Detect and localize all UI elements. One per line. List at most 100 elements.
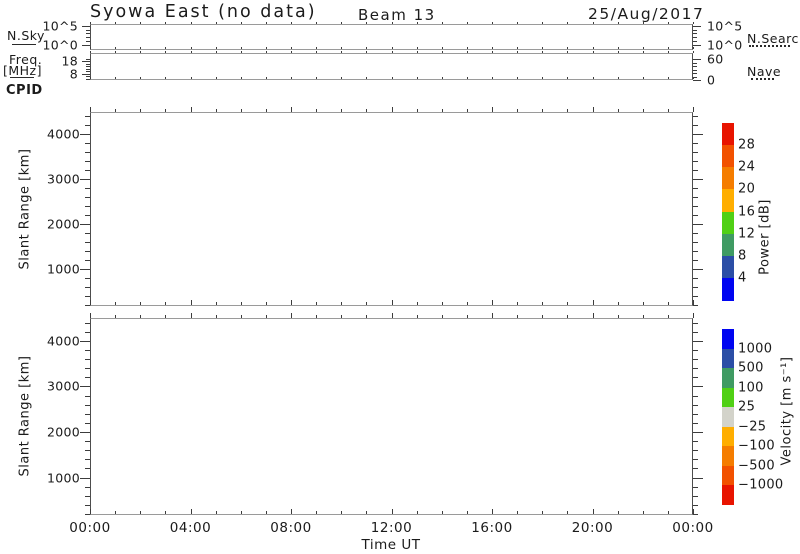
x-tick bbox=[240, 51, 242, 53]
x-tick-label: 08:00 bbox=[270, 520, 312, 536]
nave-legend-label: Nave bbox=[747, 64, 782, 79]
y-tick bbox=[85, 404, 90, 406]
x-tick bbox=[165, 511, 167, 514]
x-tick bbox=[567, 22, 569, 24]
y-tick bbox=[693, 62, 697, 64]
x-tick bbox=[115, 22, 117, 24]
x-tick bbox=[567, 77, 569, 79]
x-tick bbox=[642, 315, 644, 318]
y-tick-label: 1000 bbox=[46, 470, 80, 486]
y-tick bbox=[86, 63, 90, 65]
x-tick bbox=[341, 109, 343, 112]
y-tick-label: 10^0 bbox=[42, 37, 78, 53]
y-tick bbox=[693, 441, 698, 443]
y-tick bbox=[693, 322, 698, 324]
x-tick bbox=[567, 47, 569, 49]
y-tick bbox=[86, 71, 90, 73]
x-tick bbox=[140, 47, 142, 49]
x-tick bbox=[617, 302, 619, 305]
y-tick bbox=[693, 422, 698, 424]
colorbar-segment bbox=[722, 446, 734, 467]
colorbar-label: 16 bbox=[738, 204, 756, 219]
x-tick bbox=[341, 302, 343, 305]
x-tick bbox=[517, 511, 519, 514]
x-tick bbox=[617, 51, 619, 53]
colorbar-segment bbox=[722, 211, 734, 235]
y-tick bbox=[85, 278, 90, 280]
x-tick bbox=[366, 22, 368, 24]
x-tick bbox=[165, 302, 167, 305]
x-tick bbox=[542, 511, 544, 514]
y-tick bbox=[86, 33, 90, 35]
y-tick bbox=[85, 125, 90, 127]
x-tick bbox=[90, 77, 91, 79]
x-tick bbox=[617, 511, 619, 514]
y-tick-label: 4000 bbox=[46, 333, 80, 349]
y-tick bbox=[693, 450, 698, 452]
x-tick bbox=[215, 302, 217, 305]
x-tick bbox=[140, 51, 142, 53]
power-colorbar-title: Power [dB] bbox=[757, 199, 773, 275]
x-tick bbox=[115, 315, 117, 318]
colorbar-label: 25 bbox=[738, 399, 756, 415]
x-tick bbox=[642, 511, 644, 514]
y-tick bbox=[693, 495, 698, 497]
x-tick bbox=[693, 313, 694, 318]
y-tick bbox=[693, 368, 698, 370]
x-tick bbox=[492, 313, 493, 318]
x-tick bbox=[115, 109, 117, 112]
y-tick bbox=[80, 134, 90, 136]
x-tick bbox=[642, 51, 644, 53]
colorbar-segment bbox=[722, 465, 734, 486]
x-tick bbox=[642, 109, 644, 112]
y-tick bbox=[693, 224, 703, 226]
x-tick bbox=[215, 109, 217, 112]
colorbar-label: 4 bbox=[738, 270, 747, 286]
y-tick bbox=[693, 349, 698, 351]
x-axis-title: Time UT bbox=[361, 537, 421, 553]
y-tick bbox=[693, 386, 703, 388]
x-tick bbox=[693, 22, 694, 24]
x-tick bbox=[492, 22, 493, 24]
colorbar-segment bbox=[722, 368, 734, 389]
y-tick bbox=[85, 233, 90, 235]
y-tick bbox=[693, 69, 697, 71]
colorbar-segment bbox=[722, 167, 734, 190]
x-tick bbox=[115, 511, 117, 514]
x-tick bbox=[341, 315, 343, 318]
x-tick bbox=[90, 313, 91, 318]
colorbar-label: 28 bbox=[738, 137, 756, 153]
x-tick bbox=[366, 109, 368, 112]
x-tick bbox=[667, 22, 669, 24]
x-tick bbox=[341, 77, 343, 79]
x-tick bbox=[240, 77, 242, 79]
x-tick bbox=[667, 302, 669, 305]
y-tick bbox=[82, 25, 90, 27]
x-tick bbox=[90, 51, 91, 53]
x-tick bbox=[567, 315, 569, 318]
y-tick bbox=[86, 58, 90, 60]
y-tick bbox=[85, 260, 90, 262]
x-tick bbox=[592, 107, 594, 112]
x-tick bbox=[617, 22, 619, 24]
x-tick bbox=[265, 302, 267, 305]
y-tick bbox=[693, 197, 698, 199]
x-tick bbox=[592, 313, 594, 318]
x-tick bbox=[416, 47, 418, 49]
y-tick bbox=[693, 66, 697, 68]
x-tick bbox=[366, 47, 368, 49]
x-tick bbox=[492, 47, 493, 49]
x-tick bbox=[316, 511, 318, 514]
colorbar-segment bbox=[722, 255, 734, 279]
y-tick bbox=[693, 59, 701, 61]
colorbar-label: 500 bbox=[738, 360, 764, 376]
x-tick bbox=[90, 22, 91, 24]
page-title: Syowa East (no data) bbox=[90, 2, 317, 22]
x-tick bbox=[215, 51, 217, 53]
y-tick-label: 1000 bbox=[46, 261, 80, 277]
x-tick bbox=[215, 315, 217, 318]
x-tick bbox=[190, 77, 192, 79]
x-tick bbox=[90, 47, 91, 49]
y-tick bbox=[693, 73, 697, 75]
x-tick bbox=[391, 313, 393, 318]
